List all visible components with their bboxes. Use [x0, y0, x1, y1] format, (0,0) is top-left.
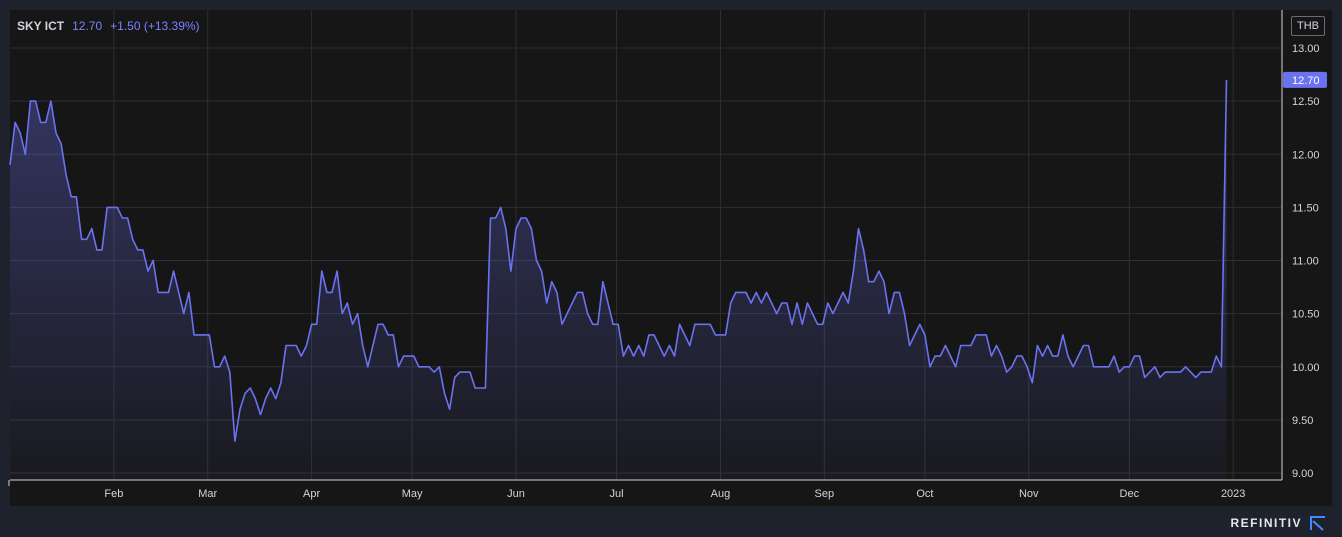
y-tick-label: 9.00: [1292, 468, 1313, 480]
last-value-badge: 12.70: [1283, 71, 1327, 88]
x-tick-label: Apr: [303, 488, 320, 500]
x-tick-label: Mar: [198, 488, 217, 500]
currency-label[interactable]: THB: [1291, 16, 1325, 36]
price-chart[interactable]: 13.00 12.50 12.00 11.50 11.00 10.50 10.00 9.50 9…: [0, 0, 1342, 537]
y-tick-label: 10.00: [1292, 362, 1320, 374]
chart-canvas[interactable]: 13.00 12.50 12.00 11.50 11.00 10.50 10.00 9.50 9…: [0, 0, 1342, 537]
legend-change: +1.50 (+13.39%): [110, 19, 200, 33]
y-tick-label: 9.50: [1292, 415, 1313, 427]
x-tick-label: Jul: [610, 488, 624, 500]
x-tick-label: Sep: [815, 488, 835, 500]
brand-logo: REFINITIV: [1230, 515, 1328, 531]
x-tick-label: 2023: [1221, 488, 1245, 500]
x-tick-label: Jun: [507, 488, 525, 500]
legend-last-price: 12.70: [72, 19, 103, 33]
x-tick-label: Dec: [1120, 488, 1140, 500]
x-tick-label: Nov: [1019, 488, 1039, 500]
x-tick-label: May: [402, 488, 423, 500]
y-tick-label: 10.50: [1292, 309, 1320, 321]
brand-name: REFINITIV: [1230, 516, 1302, 530]
x-tick-label: Feb: [104, 488, 123, 500]
y-tick-label: 13.00: [1292, 43, 1320, 55]
y-tick-label: 11.50: [1292, 202, 1319, 214]
refinitiv-logo-icon: [1310, 516, 1325, 531]
legend-symbol[interactable]: SKY ICT: [17, 19, 64, 33]
y-tick-label: 12.00: [1292, 149, 1320, 161]
x-tick-label: Oct: [916, 488, 933, 500]
y-tick-label: 12.50: [1292, 96, 1320, 108]
last-price-badge-label: 12.70: [1292, 75, 1320, 87]
chart-legend: SKY ICT 12.70 +1.50 (+13.39%): [17, 19, 200, 33]
y-tick-label: 11.00: [1292, 256, 1319, 268]
x-tick-label: Aug: [711, 488, 731, 500]
